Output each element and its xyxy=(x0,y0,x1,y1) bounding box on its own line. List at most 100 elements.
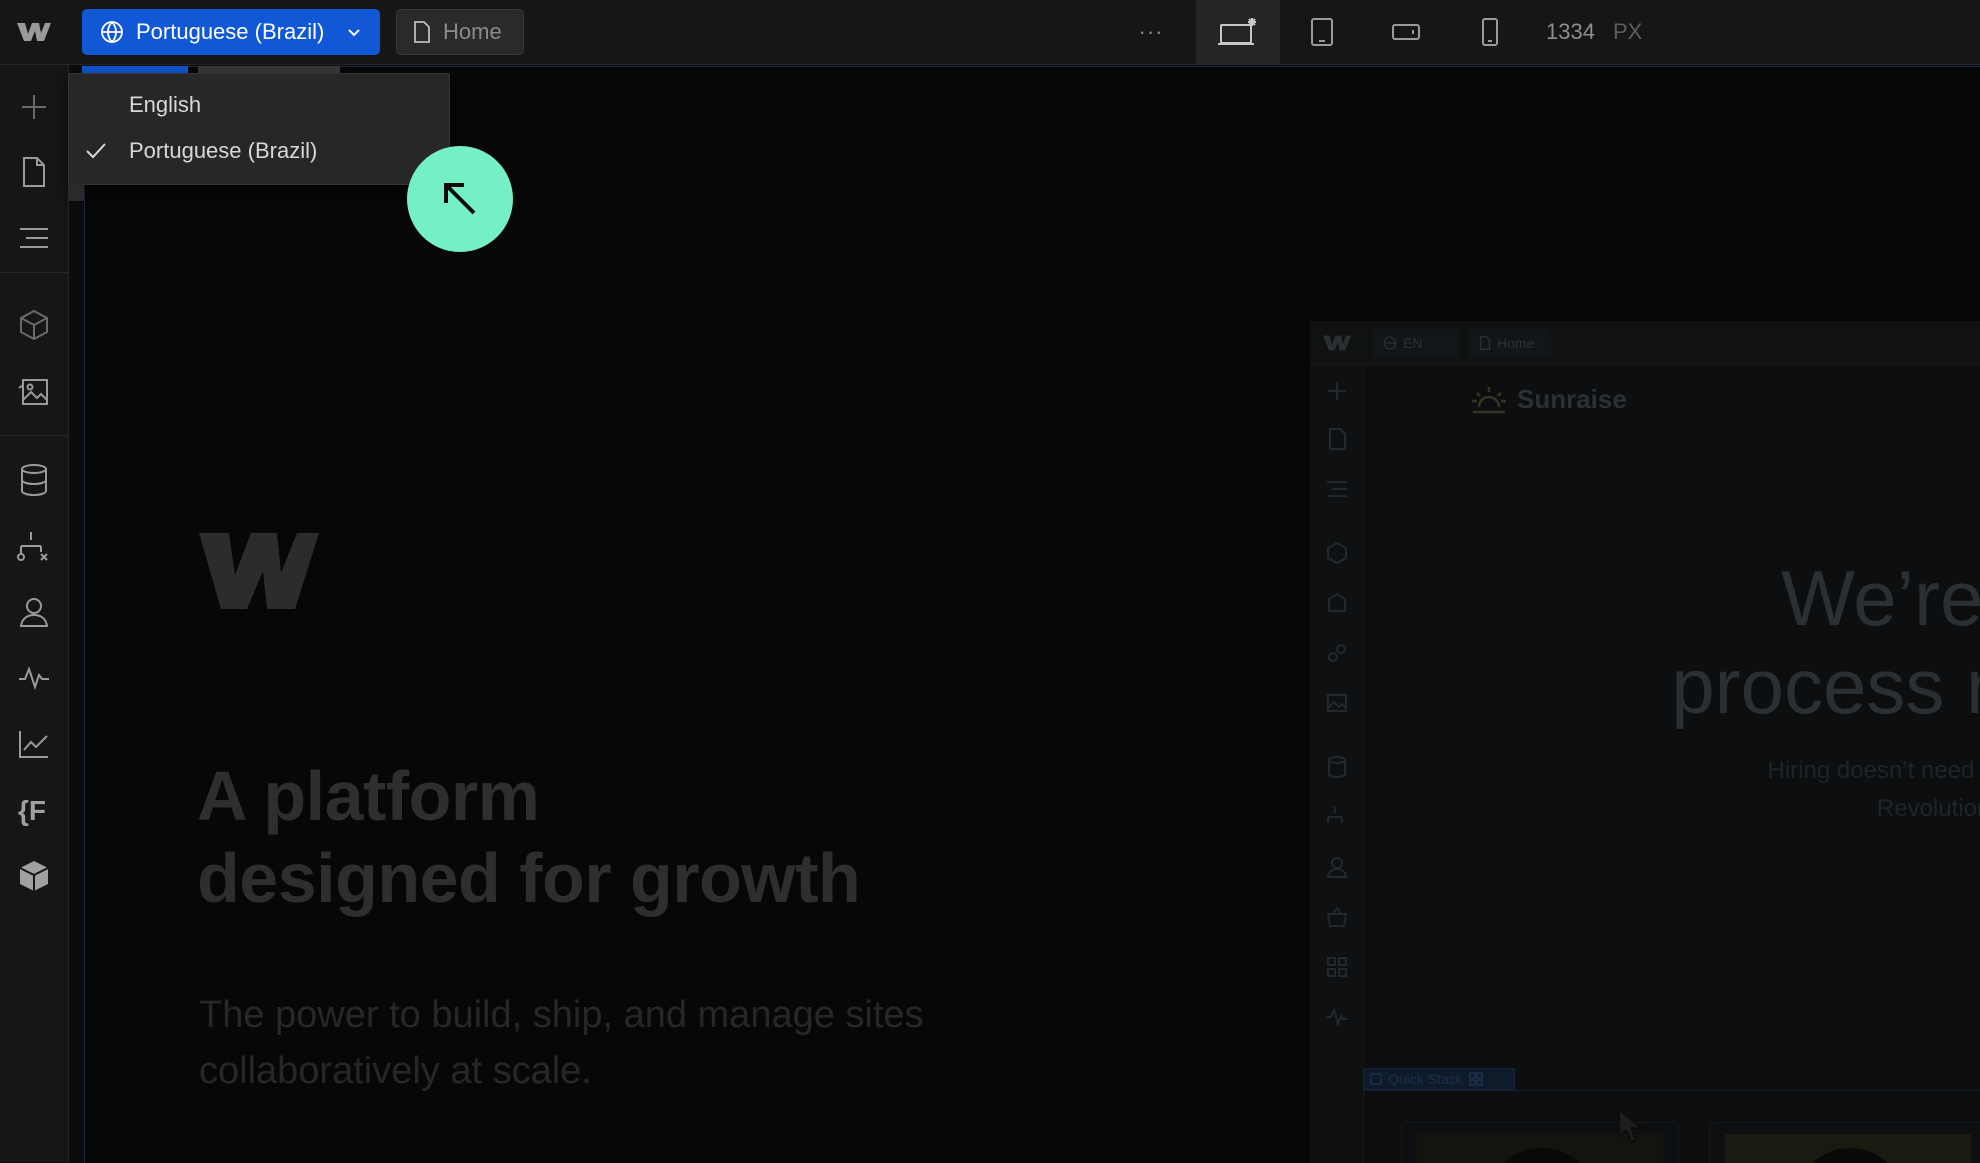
hero-logo-icon xyxy=(199,533,319,614)
preview-apps-icon xyxy=(1327,957,1347,977)
insights-button[interactable] xyxy=(0,719,68,769)
design-canvas[interactable]: A platform designed for growth The power… xyxy=(84,66,1980,1163)
preview-image-icon xyxy=(1327,694,1347,712)
webflow-logo-icon xyxy=(17,23,51,41)
navigator-icon xyxy=(20,228,48,248)
database-icon xyxy=(21,464,47,497)
preview-plus-icon xyxy=(1328,382,1346,400)
sun-icon xyxy=(1472,386,1506,413)
users-button[interactable] xyxy=(0,587,68,637)
dropdown-edge xyxy=(68,183,84,201)
preview-portrait-image xyxy=(1725,1134,1971,1163)
preview-locale-button: EN xyxy=(1373,329,1459,357)
pages-button[interactable] xyxy=(0,147,68,197)
breakpoint-mobile-landscape-button[interactable] xyxy=(1364,0,1448,64)
preview-heading: We’re r process m xyxy=(1611,554,1980,730)
mobile-landscape-icon xyxy=(1392,24,1420,40)
preview-user-icon xyxy=(1326,857,1348,878)
preview-page-icon xyxy=(1479,336,1491,350)
preview-sub-line-1: Hiring doesn’t need to b xyxy=(1767,757,1980,784)
tablet-icon xyxy=(1311,18,1333,46)
globe-icon xyxy=(100,20,124,44)
locale-switcher-button[interactable]: Portuguese (Brazil) xyxy=(82,9,380,55)
preview-webflow-logo-icon xyxy=(1323,335,1351,351)
components-button[interactable] xyxy=(0,300,68,350)
page-switcher-button[interactable]: Home xyxy=(396,9,524,55)
preview-screenshot: EN Home ··· Sunraise xyxy=(1310,321,1980,1163)
assets-button[interactable] xyxy=(0,367,68,417)
more-options-button[interactable]: ··· xyxy=(1130,10,1172,54)
canvas-width-unit: PX xyxy=(1612,19,1643,44)
preview-locale-label: EN xyxy=(1403,335,1423,351)
navigator-button[interactable] xyxy=(0,213,68,263)
quick-stack-square-icon xyxy=(1370,1073,1382,1085)
cube-icon xyxy=(20,309,48,341)
logic-flow-icon xyxy=(17,532,48,561)
hero-title-line-2: designed for growth xyxy=(197,839,861,917)
preview-logic-icon xyxy=(1327,807,1343,823)
preview-heading-line-1: We’re r xyxy=(1781,554,1980,642)
locale-option-label: English xyxy=(129,92,202,117)
page-icon xyxy=(413,21,431,43)
preview-heading-line-2: process m xyxy=(1671,642,1980,730)
user-icon xyxy=(19,598,49,627)
preview-navigator-icon xyxy=(1327,481,1347,497)
preview-quick-stack-label: Quick Stack xyxy=(1388,1071,1463,1087)
preview-library-icon xyxy=(1328,592,1346,612)
preview-sub-line-2: Revolutionize xyxy=(1876,795,1980,822)
preview-pulse-icon xyxy=(1327,1007,1347,1028)
hero-title-line-1: A platform xyxy=(197,757,540,835)
checkmark-icon xyxy=(85,141,107,167)
mobile-portrait-icon xyxy=(1482,18,1498,46)
chevron-down-icon xyxy=(346,24,362,40)
pulse-icon xyxy=(19,666,49,691)
cursor-highlight xyxy=(407,146,513,252)
breakpoint-tablet-button[interactable] xyxy=(1280,0,1364,64)
variables-button[interactable]: {F xyxy=(0,785,68,835)
preview-globe-icon xyxy=(1383,336,1397,350)
preview-brand: Sunraise xyxy=(1471,384,1627,415)
mouse-pointer-icon xyxy=(1618,1107,1644,1143)
breakpoint-mobile-portrait-button[interactable] xyxy=(1448,0,1532,64)
locale-option-english[interactable]: English xyxy=(69,83,449,127)
left-toolbar: {F xyxy=(0,65,69,1162)
preview-sidebar xyxy=(1311,365,1364,1163)
preview-basket-icon xyxy=(1326,906,1348,927)
apps-button[interactable] xyxy=(0,851,68,901)
locale-option-portuguese-brazil[interactable]: Portuguese (Brazil) xyxy=(69,129,449,173)
preview-brand-name: Sunraise xyxy=(1517,384,1627,414)
page-icon xyxy=(23,157,45,187)
locale-switcher-label: Portuguese (Brazil) xyxy=(136,19,325,44)
preview-database-icon xyxy=(1328,756,1346,779)
canvas-width-readout[interactable]: 1334 PX xyxy=(1546,0,1642,64)
svg-text:{F: {F xyxy=(18,795,46,826)
webflow-logo[interactable] xyxy=(0,0,68,64)
preview-cube-icon xyxy=(1327,541,1347,565)
preview-page-label: Home xyxy=(1497,335,1535,351)
apps-box-icon xyxy=(19,861,49,891)
cms-button[interactable] xyxy=(0,455,68,505)
locale-option-label: Portuguese (Brazil) xyxy=(129,138,318,163)
hero-subtitle: The power to build, ship, and manage sit… xyxy=(199,994,924,1092)
chart-icon xyxy=(19,731,48,758)
image-icon xyxy=(18,379,48,405)
analyze-button[interactable] xyxy=(0,653,68,703)
canvas-width-value: 1334 xyxy=(1546,19,1595,44)
arrow-up-left-icon xyxy=(444,183,476,215)
preview-drops-icon xyxy=(1328,644,1346,662)
preview-page-button: Home xyxy=(1469,329,1551,357)
designer-topbar: Portuguese (Brazil) Home ··· 1334 PX xyxy=(0,0,1980,65)
locale-dropdown-menu: English Portuguese (Brazil) xyxy=(68,73,450,185)
preview-quick-stack-badge: Quick Stack xyxy=(1363,1068,1515,1090)
add-elements-button[interactable] xyxy=(0,82,68,132)
preview-topbar: EN Home ··· xyxy=(1311,322,1980,365)
logic-button[interactable] xyxy=(0,521,68,571)
hero-title: A platform designed for growth xyxy=(197,755,861,919)
desktop-star-icon xyxy=(1218,18,1256,45)
preview-page-nav-icon xyxy=(1329,428,1346,450)
breakpoint-desktop-button[interactable] xyxy=(1196,0,1280,64)
preview-subtitle: Hiring doesn’t need to b Revolutionize xyxy=(1661,752,1980,828)
page-switcher-label: Home xyxy=(443,19,502,44)
plus-icon xyxy=(22,95,46,119)
quick-stack-grid-icon xyxy=(1468,1072,1483,1086)
